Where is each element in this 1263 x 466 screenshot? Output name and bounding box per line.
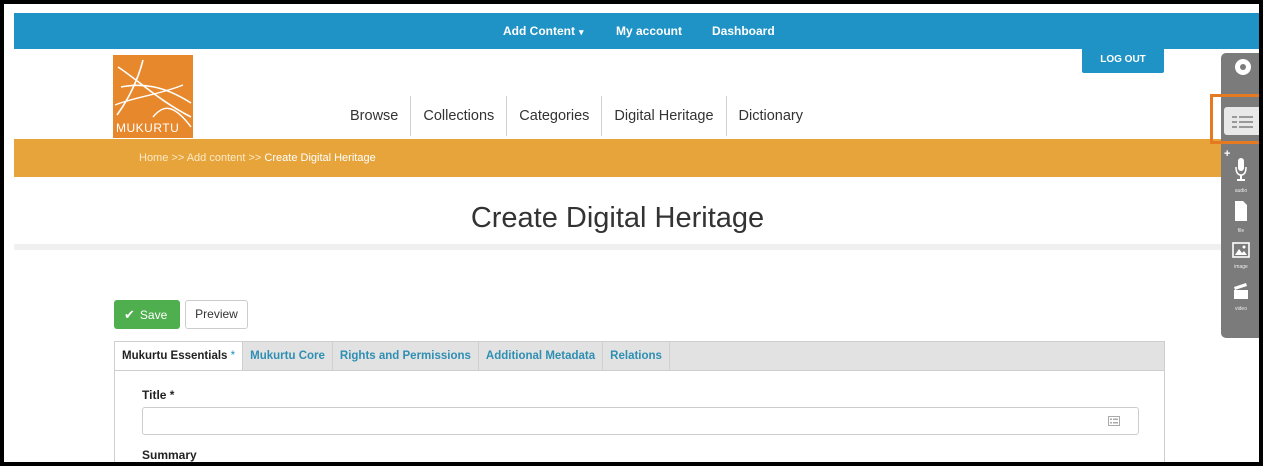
video-label: video [1235,306,1247,312]
image-icon [1232,242,1250,258]
title-label: Title * [142,388,175,402]
main-navigation: Browse Collections Categories Digital He… [338,96,815,136]
summary-label: Summary [142,448,197,462]
form-tabs: Mukurtu Essentials * Mukurtu Core Rights… [114,341,1165,372]
logo-text: MUKURTU [116,121,180,135]
audio-label: audio [1234,188,1248,194]
add-content-menu[interactable]: Add Content ▾ [503,24,584,38]
add-video-button[interactable]: video [1228,282,1254,312]
tab-mukurtu-essentials[interactable]: Mukurtu Essentials * [115,342,244,372]
logout-button[interactable]: LOG OUT [1082,48,1164,73]
title-area: Create Digital Heritage [14,177,1221,250]
dashboard-link[interactable]: Dashboard [712,24,775,38]
add-content-label: Add Content [503,24,575,38]
preview-button[interactable]: Preview [185,300,248,329]
nav-browse[interactable]: Browse [338,96,410,136]
add-image-button[interactable]: image [1228,242,1254,270]
required-marker: * [230,350,236,362]
my-account-link[interactable]: My account [616,24,682,38]
file-label: file [1237,228,1245,234]
tab-relations[interactable]: Relations [603,342,670,371]
breadcrumb-add-content[interactable]: Add content [187,152,246,164]
microphone-icon [1235,158,1247,181]
breadcrumb-bar: Home >> Add content >> Create Digital He… [14,139,1221,177]
form-panel: Title * Summary [114,370,1165,462]
tab-label: Mukurtu Essentials [122,350,228,362]
nav-dictionary[interactable]: Dictionary [725,96,815,136]
mukurtu-logo[interactable]: MUKURTU [113,55,193,138]
list-card-icon [1108,416,1120,426]
add-audio-button[interactable]: + audio [1224,148,1254,194]
add-file-button[interactable]: file [1228,200,1254,234]
breadcrumb-separator: >> [171,152,185,164]
breadcrumb-current: Create Digital Heritage [264,152,376,164]
tab-additional-metadata[interactable]: Additional Metadata [479,342,604,371]
title-input[interactable] [142,407,1139,435]
admin-toolbar: Add Content ▾ My account Dashboard [14,13,1259,49]
file-icon [1235,201,1247,221]
nav-collections[interactable]: Collections [410,96,506,136]
chevron-down-icon: ▾ [578,27,584,37]
plus-icon: + [1224,148,1231,160]
save-button[interactable]: ✔ Save [114,300,180,329]
tab-mukurtu-core[interactable]: Mukurtu Core [243,342,333,371]
breadcrumb-separator: >> [248,152,262,164]
check-icon: ✔ [124,307,135,322]
highlight-box [1210,94,1259,144]
gear-icon[interactable] [1235,59,1251,75]
page-title: Create Digital Heritage [470,202,765,234]
breadcrumb-home[interactable]: Home [139,152,168,164]
nav-digital-heritage[interactable]: Digital Heritage [601,96,725,136]
clapperboard-icon [1234,283,1248,299]
tab-rights-and-permissions[interactable]: Rights and Permissions [333,342,479,371]
browser-frame: Add Content ▾ My account Dashboard LOG OU… [0,0,1263,466]
image-label: image [1234,264,1248,270]
nav-categories[interactable]: Categories [506,96,601,136]
save-label: Save [139,308,168,322]
breadcrumb: Home >> Add content >> Create Digital He… [139,152,376,164]
